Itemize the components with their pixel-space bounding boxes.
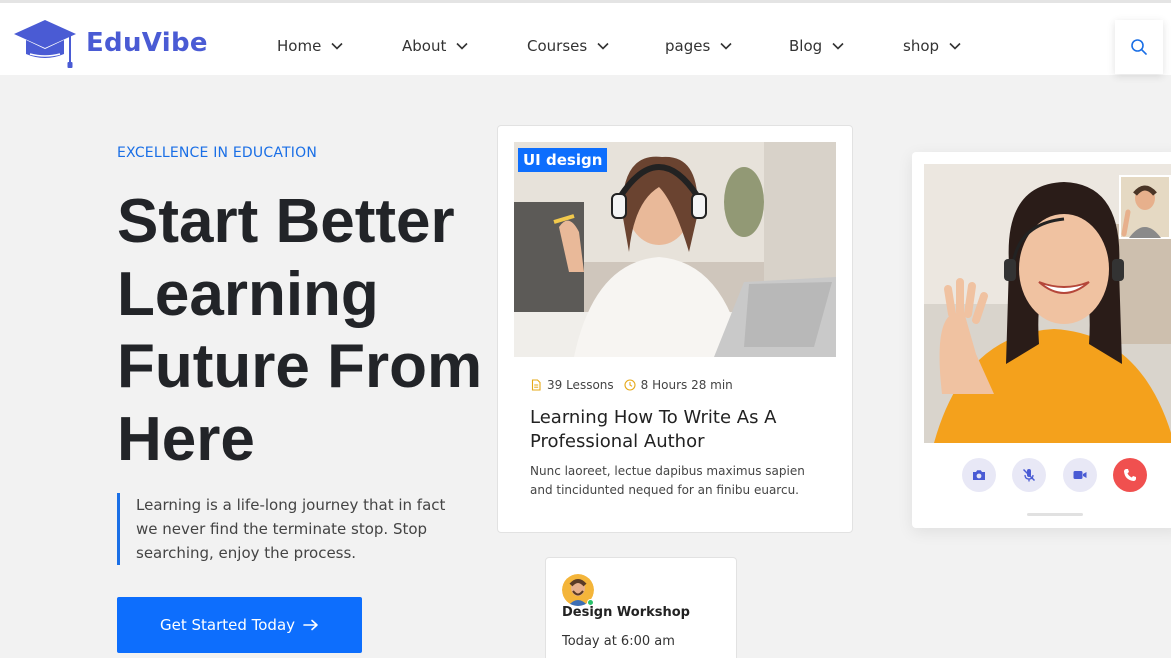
- course-card[interactable]: UI design 39 Lessons 8 Hours 28 min Lear…: [497, 125, 853, 533]
- camera-icon: [973, 470, 985, 480]
- hangup-button[interactable]: [1113, 458, 1147, 492]
- mic-off-icon: [1022, 468, 1036, 482]
- nav-shop[interactable]: shop: [903, 37, 961, 55]
- hero-eyebrow: EXCELLENCE IN EDUCATION: [117, 145, 317, 161]
- brand-name: EduVibe: [86, 28, 208, 58]
- nav-shop-label: shop: [903, 37, 940, 55]
- course-image: [514, 142, 836, 357]
- nav-about[interactable]: About: [402, 37, 468, 55]
- chevron-down-icon: [720, 42, 732, 50]
- event-card[interactable]: Design Workshop Today at 6:00 am: [545, 557, 737, 658]
- mute-button[interactable]: [1012, 458, 1046, 492]
- course-title[interactable]: Learning How To Write As A Professional …: [530, 406, 830, 454]
- search-icon: [1131, 39, 1147, 55]
- file-icon: [531, 379, 541, 391]
- phone-hangup-icon: [1124, 469, 1136, 481]
- chevron-down-icon: [597, 42, 609, 50]
- chevron-down-icon: [456, 42, 468, 50]
- brand-logo[interactable]: EduVibe: [12, 18, 208, 68]
- hero-quote: Learning is a life-long journey that in …: [117, 493, 467, 565]
- search-button[interactable]: [1115, 20, 1163, 74]
- chevron-down-icon: [832, 42, 844, 50]
- graduation-cap-icon: [14, 20, 76, 68]
- nav-pages[interactable]: pages: [665, 37, 732, 55]
- get-started-label: Get Started Today: [159, 616, 296, 634]
- nav-courses-label: Courses: [527, 37, 588, 55]
- nav-blog[interactable]: Blog: [789, 37, 844, 55]
- course-lessons: 39 Lessons: [547, 378, 614, 392]
- course-meta: 39 Lessons 8 Hours 28 min: [530, 378, 733, 392]
- course-description: Nunc laoreet, lectue dapibus maximus sap…: [530, 464, 805, 497]
- clock-icon: [624, 379, 636, 391]
- video-button[interactable]: [1063, 458, 1097, 492]
- arrow-right-icon: [303, 619, 318, 631]
- video-icon: [1073, 471, 1087, 479]
- course-duration: 8 Hours 28 min: [640, 378, 733, 392]
- navbar: EduVibe Home About Courses pages Blog sh…: [0, 3, 1171, 75]
- event-time: Today at 6:00 am: [562, 634, 675, 649]
- nav-pages-label: pages: [665, 37, 711, 55]
- hero-title: Start Better Learning Future From Here: [117, 187, 483, 474]
- drag-handle: [1027, 513, 1083, 516]
- nav-courses[interactable]: Courses: [527, 37, 609, 55]
- chevron-down-icon: [331, 42, 343, 50]
- get-started-button[interactable]: Get Started Today: [117, 597, 362, 653]
- nav-home-label: Home: [277, 37, 322, 55]
- video-call-card: [912, 152, 1171, 528]
- course-tag[interactable]: UI design: [518, 148, 608, 172]
- course-duration-group: 8 Hours 28 min: [624, 378, 733, 392]
- camera-button[interactable]: [962, 458, 996, 492]
- nav-home[interactable]: Home: [277, 37, 343, 55]
- video-call-image: [924, 164, 1171, 443]
- nav-blog-label: Blog: [789, 37, 823, 55]
- event-title: Design Workshop: [562, 605, 690, 620]
- chevron-down-icon: [949, 42, 961, 50]
- nav-about-label: About: [402, 37, 447, 55]
